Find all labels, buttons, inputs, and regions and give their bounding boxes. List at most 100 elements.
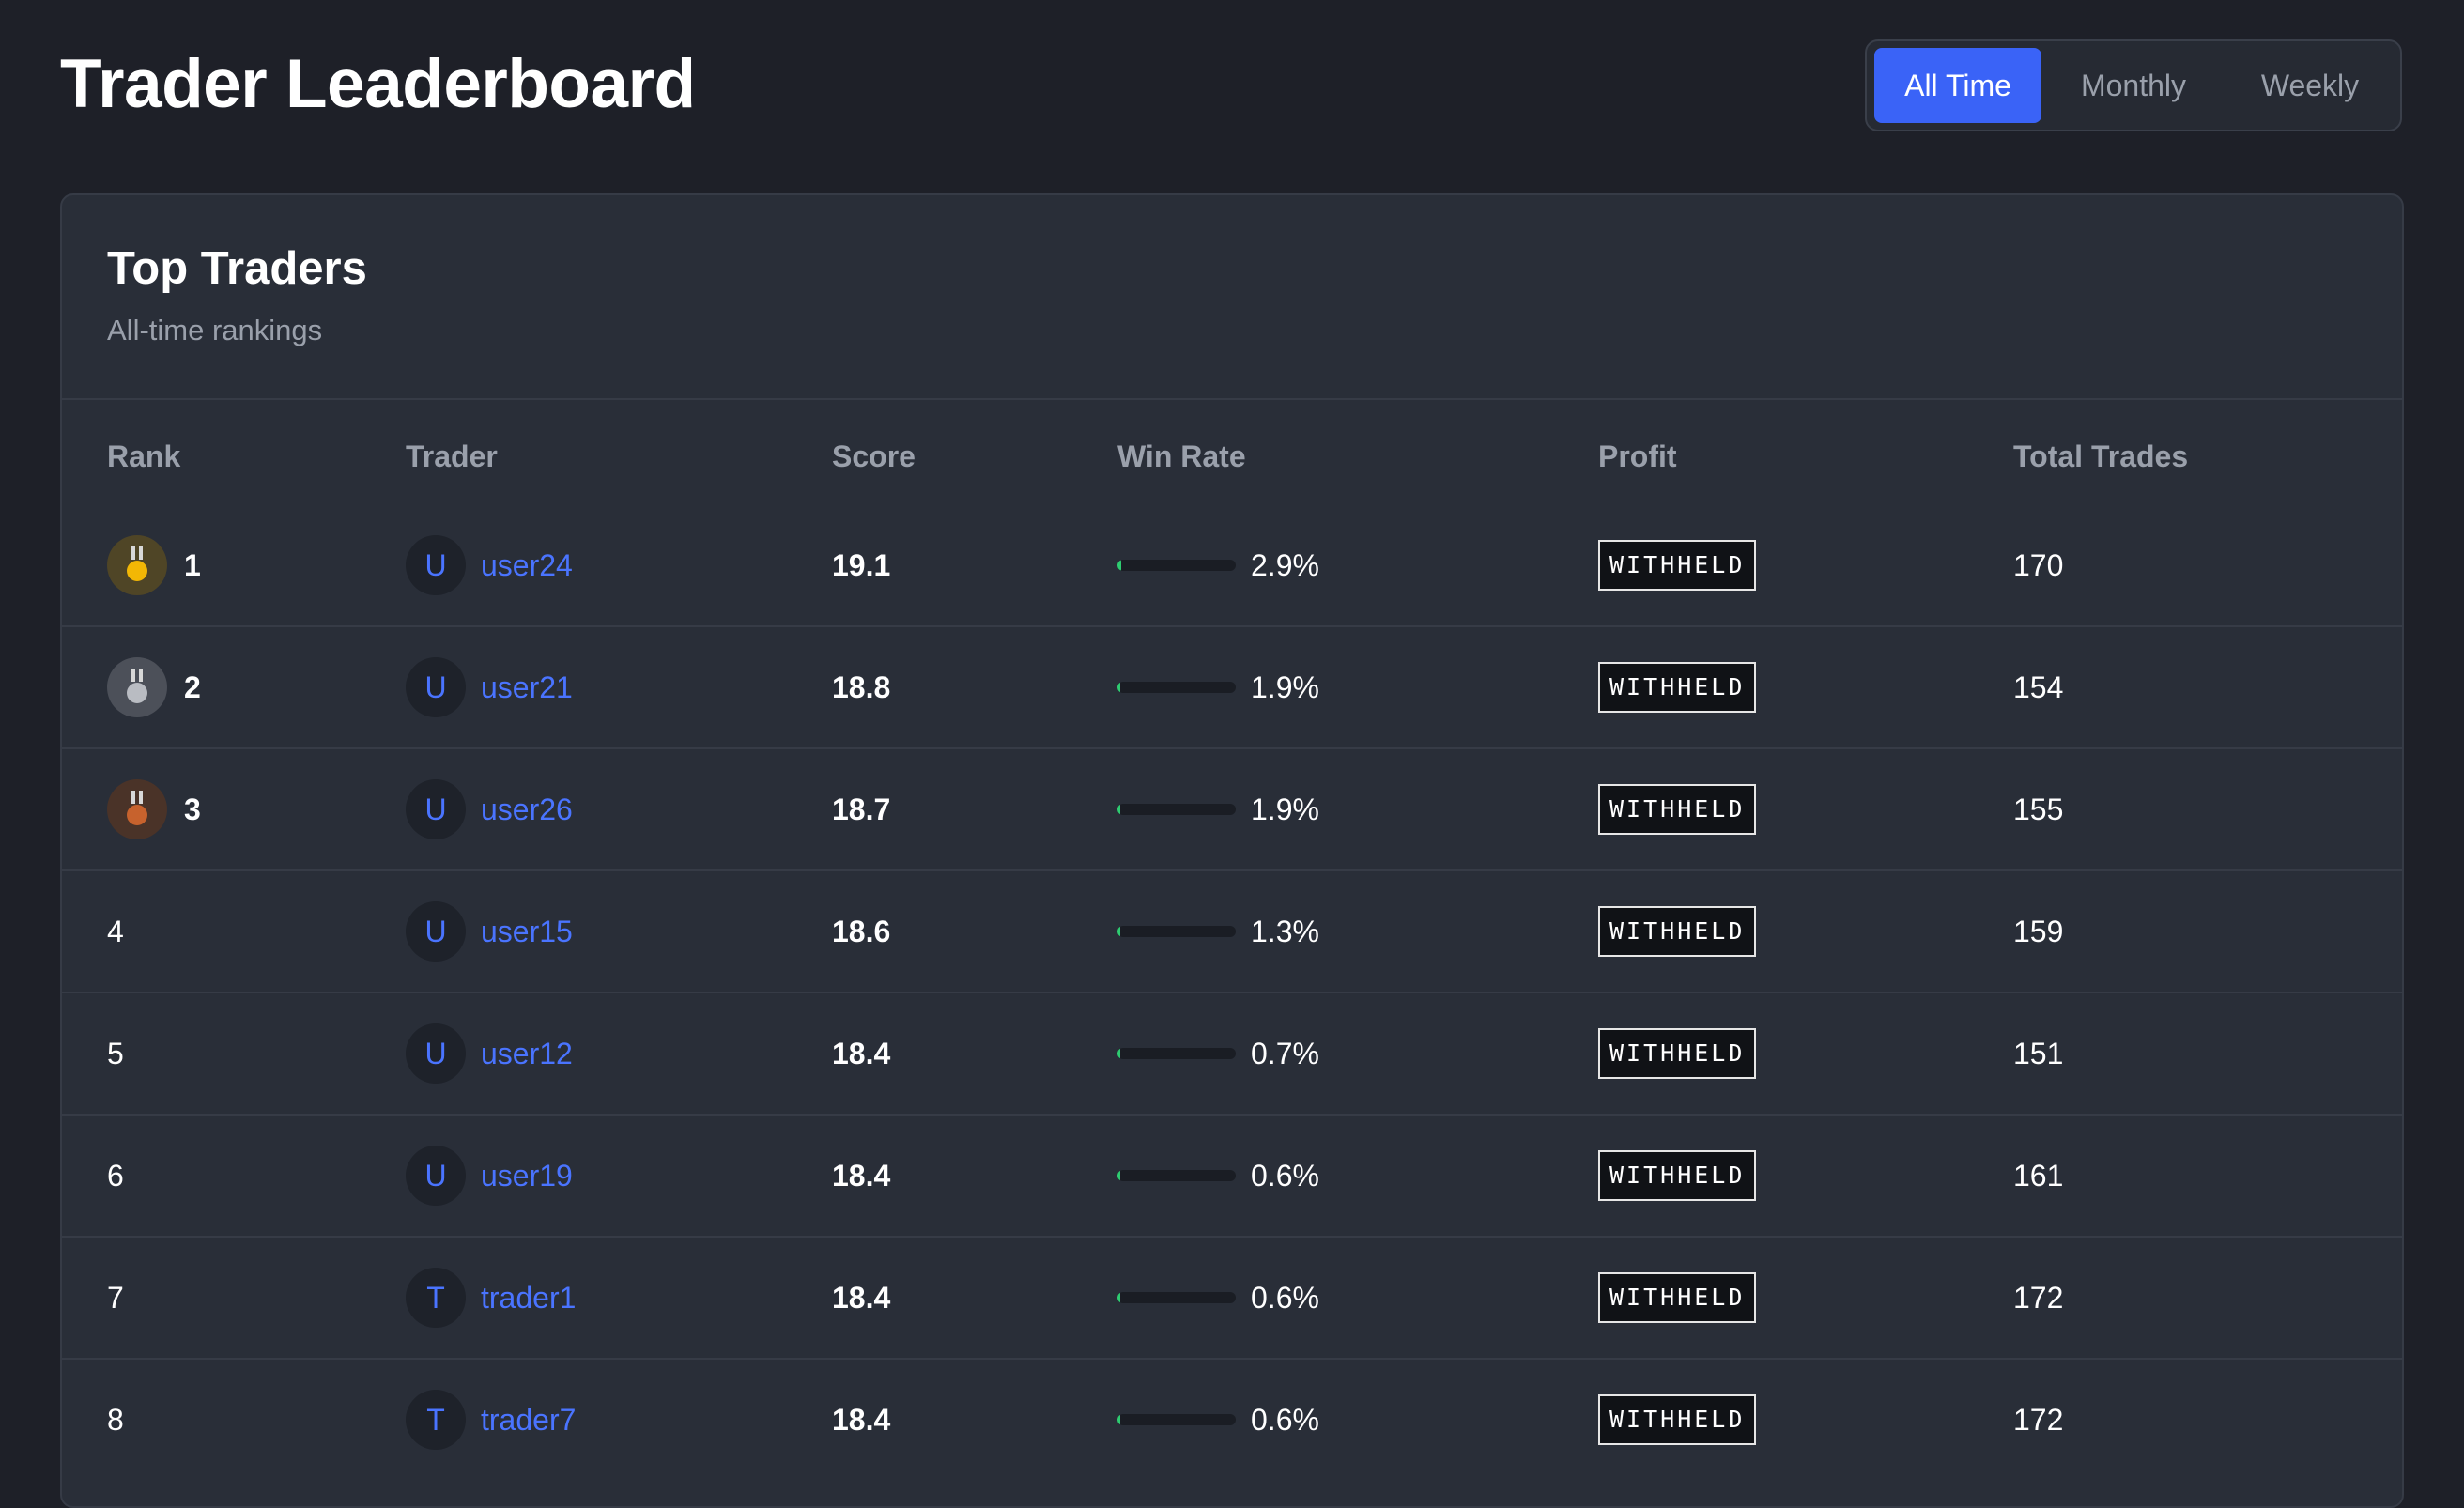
avatar: U (406, 657, 466, 717)
win-rate-bar-fill (1117, 926, 1120, 937)
win-rate-cell: 1.9% (1117, 749, 1319, 869)
panel-header: Top Traders All-time rankings (62, 195, 2402, 400)
column-header-score: Score (832, 439, 916, 473)
win-rate-cell: 2.9% (1117, 505, 1319, 625)
leaderboard-panel: Top Traders All-time rankings Rank Trade… (60, 193, 2404, 1508)
win-rate-bar (1117, 560, 1236, 571)
trader-cell: Uuser26 (406, 749, 573, 869)
win-rate-cell: 1.3% (1117, 871, 1319, 992)
win-rate-cell: 0.7% (1117, 993, 1319, 1114)
win-rate-bar (1117, 1292, 1236, 1303)
trader-name-link[interactable]: user19 (481, 1159, 573, 1193)
win-rate-cell: 0.6% (1117, 1360, 1319, 1480)
panel-subtitle: All-time rankings (107, 314, 323, 346)
table-row: 5 Uuser12 18.4 0.7% WITHHELD 151 (62, 993, 2402, 1116)
column-header-win-rate: Win Rate (1117, 439, 1246, 473)
profit-cell: WITHHELD (1598, 627, 1757, 747)
avatar: U (406, 901, 466, 962)
win-rate-value: 0.6% (1251, 1280, 1319, 1315)
profit-withheld-badge: WITHHELD (1598, 1272, 1757, 1323)
column-header-profit: Profit (1598, 439, 1677, 473)
win-rate-bar-fill (1117, 1048, 1120, 1059)
avatar: U (406, 535, 466, 595)
column-header-rank: Rank (107, 439, 181, 473)
win-rate-bar-fill (1117, 1292, 1120, 1303)
rank-cell: 5 (107, 993, 124, 1114)
trader-cell: Ttrader1 (406, 1238, 576, 1358)
win-rate-value: 1.9% (1251, 669, 1319, 704)
trader-name-link[interactable]: user21 (481, 670, 573, 705)
period-toggle: All Time Monthly Weekly (1865, 39, 2402, 131)
profit-cell: WITHHELD (1598, 1360, 1757, 1480)
rank-number: 7 (107, 1280, 124, 1315)
trader-name-link[interactable]: user26 (481, 792, 573, 827)
total-trades-cell: 154 (2013, 669, 2064, 704)
total-trades-cell: 155 (2013, 792, 2064, 826)
win-rate-bar (1117, 804, 1236, 815)
avatar: T (406, 1390, 466, 1450)
win-rate-value: 1.9% (1251, 792, 1319, 826)
profit-withheld-badge: WITHHELD (1598, 1394, 1757, 1445)
profit-withheld-badge: WITHHELD (1598, 662, 1757, 713)
column-header-total-trades: Total Trades (2013, 439, 2189, 473)
panel-title: Top Traders (107, 243, 367, 294)
total-trades-cell: 161 (2013, 1158, 2064, 1193)
score-cell: 19.1 (832, 547, 891, 582)
profit-withheld-badge: WITHHELD (1598, 784, 1757, 835)
avatar: U (406, 779, 466, 839)
win-rate-bar-fill (1117, 682, 1120, 693)
rank-cell: 1 (107, 505, 201, 625)
rank-number: 6 (107, 1158, 124, 1193)
win-rate-bar (1117, 1170, 1236, 1181)
table-row: 4 Uuser15 18.6 1.3% WITHHELD 159 (62, 871, 2402, 993)
profit-cell: WITHHELD (1598, 871, 1757, 992)
medal-ribbon (131, 669, 143, 682)
total-trades-cell: 170 (2013, 547, 2064, 582)
trader-name-link[interactable]: trader1 (481, 1281, 576, 1316)
total-trades-cell: 172 (2013, 1402, 2064, 1437)
win-rate-bar (1117, 1414, 1236, 1425)
win-rate-bar (1117, 926, 1236, 937)
rank-number: 1 (184, 547, 201, 582)
trader-name-link[interactable]: trader7 (481, 1403, 576, 1438)
win-rate-bar-fill (1117, 1414, 1120, 1425)
rank-cell: 7 (107, 1238, 124, 1358)
period-all-time-button[interactable]: All Time (1874, 48, 2041, 123)
rank-cell: 2 (107, 627, 201, 747)
trader-name-link[interactable]: user24 (481, 548, 573, 583)
medal-disc (127, 805, 147, 825)
rank-cell: 8 (107, 1360, 124, 1480)
trader-name-link[interactable]: user12 (481, 1037, 573, 1071)
win-rate-value: 1.3% (1251, 914, 1319, 948)
win-rate-value: 0.7% (1251, 1036, 1319, 1070)
profit-cell: WITHHELD (1598, 505, 1757, 625)
rank-number: 2 (184, 669, 201, 704)
profit-cell: WITHHELD (1598, 1238, 1757, 1358)
win-rate-bar-fill (1117, 560, 1121, 571)
table-row: 3 Uuser26 18.7 1.9% WITHHELD 155 (62, 749, 2402, 871)
total-trades-cell: 172 (2013, 1280, 2064, 1315)
trader-cell: Uuser19 (406, 1116, 573, 1236)
profit-cell: WITHHELD (1598, 749, 1757, 869)
medal-ribbon (131, 791, 143, 804)
period-weekly-button[interactable]: Weekly (2225, 48, 2395, 123)
table-row: 1 Uuser24 19.1 2.9% WITHHELD 170 (62, 505, 2402, 627)
trader-cell: Uuser12 (406, 993, 573, 1114)
table-row: 7 Ttrader1 18.4 0.6% WITHHELD 172 (62, 1238, 2402, 1360)
column-header-trader: Trader (406, 439, 498, 473)
rank-number: 8 (107, 1402, 124, 1437)
avatar: T (406, 1268, 466, 1328)
win-rate-bar-fill (1117, 804, 1120, 815)
profit-withheld-badge: WITHHELD (1598, 906, 1757, 957)
table-header: Rank Trader Score Win Rate Profit Total … (62, 400, 2402, 505)
win-rate-value: 0.6% (1251, 1158, 1319, 1193)
avatar: U (406, 1023, 466, 1084)
medal-ribbon (131, 546, 143, 560)
score-cell: 18.6 (832, 914, 891, 948)
period-monthly-button[interactable]: Monthly (2041, 48, 2225, 123)
gold-medal-icon (107, 535, 167, 595)
rank-number: 4 (107, 914, 124, 948)
trader-name-link[interactable]: user15 (481, 915, 573, 949)
rank-cell: 3 (107, 749, 201, 869)
medal-disc (127, 561, 147, 581)
